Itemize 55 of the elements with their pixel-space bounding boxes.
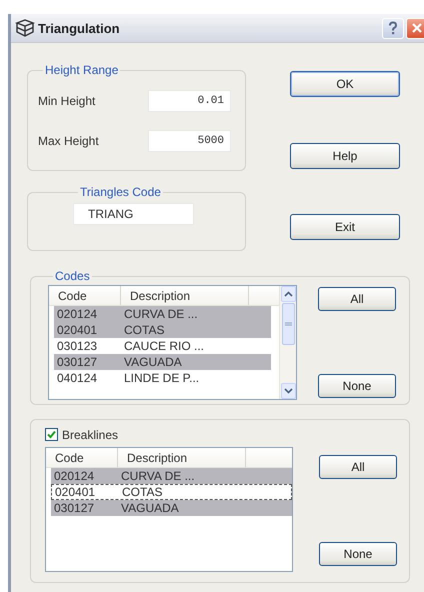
- table-cell-text: CURVA DE ...: [120, 469, 195, 483]
- table-row[interactable]: 020124 CURVA DE ...: [54, 306, 271, 322]
- table-cell-text: COTAS: [121, 485, 162, 499]
- column-header[interactable]: Code: [46, 448, 118, 467]
- window-title: Triangulation: [38, 20, 121, 36]
- list-button[interactable]: All: [319, 455, 397, 479]
- close-button[interactable]: [406, 18, 424, 38]
- table-cell-text: 040124: [56, 371, 98, 385]
- group-title: Codes: [54, 269, 91, 283]
- table-row[interactable]: 020401 COTAS: [54, 322, 271, 338]
- table-cell-text: CURVA DE ...: [123, 307, 198, 321]
- scrollbar[interactable]: [279, 286, 296, 399]
- table-cell-text: VAGUADA: [123, 355, 182, 369]
- table-row[interactable]: 040124 LINDE DE P...: [54, 370, 271, 386]
- help-button[interactable]: [382, 18, 404, 38]
- table-cell-text: 030127: [56, 355, 98, 369]
- table-cell-text: 020124: [53, 469, 96, 483]
- column-header[interactable]: Code: [49, 286, 121, 305]
- input-field[interactable]: TRIANG: [73, 203, 194, 225]
- table-cell-text: 030123: [56, 339, 98, 353]
- table-row[interactable]: 030123 CAUCE RIO ...: [54, 338, 271, 354]
- table-cell-text: 030127: [53, 501, 96, 515]
- grid-icon: [15, 19, 35, 37]
- table-cell-text: LINDE DE P...: [123, 371, 200, 385]
- list-view[interactable]: Code Description 020124 CURVA DE ... 020401 COTAS 030123 CAUCE RIO ... 030127 VAGUADA 040124 LINDE DE P...: [48, 285, 297, 400]
- input-field[interactable]: 0.01: [148, 90, 231, 112]
- list-button[interactable]: None: [319, 542, 397, 566]
- column-header[interactable]: Description: [118, 448, 246, 467]
- group-title: Height Range: [44, 63, 120, 77]
- group-title: Triangles Code: [79, 185, 162, 199]
- dialog-button[interactable]: Help: [290, 143, 400, 169]
- table-row[interactable]: 020124 CURVA DE ...: [51, 468, 292, 484]
- input-field[interactable]: 5000: [148, 130, 231, 152]
- list-button[interactable]: None: [318, 374, 396, 398]
- table-cell-text: CAUCE RIO ...: [123, 339, 204, 353]
- table-cell-text: 020401: [54, 485, 96, 499]
- close-icon: [411, 22, 423, 34]
- table-cell-text: VAGUADA: [120, 501, 179, 515]
- table-cell-text: 020124: [56, 307, 98, 321]
- table-row[interactable]: 030127 VAGUADA: [51, 500, 292, 516]
- table-cell-text: 020401: [56, 323, 98, 337]
- field-label: Min Height: [38, 94, 96, 108]
- grip-icon: [284, 322, 292, 326]
- table-cell-text: COTAS: [123, 323, 164, 337]
- dialog-button[interactable]: OK: [290, 71, 400, 97]
- checkbox-label[interactable]: Breaklines: [62, 428, 118, 442]
- table-row[interactable]: 030127 VAGUADA: [54, 354, 271, 370]
- list-button[interactable]: All: [318, 287, 396, 311]
- table-row[interactable]: 020401 COTAS: [51, 484, 292, 500]
- help-icon: [388, 21, 398, 35]
- dialog-button[interactable]: Exit: [290, 214, 400, 240]
- list-view[interactable]: Code Description 020124 CURVA DE ... 020401 COTAS 030127 VAGUADA: [45, 447, 293, 572]
- checkbox[interactable]: [45, 428, 58, 441]
- field-label: Max Height: [38, 134, 100, 148]
- column-header[interactable]: Description: [121, 286, 249, 305]
